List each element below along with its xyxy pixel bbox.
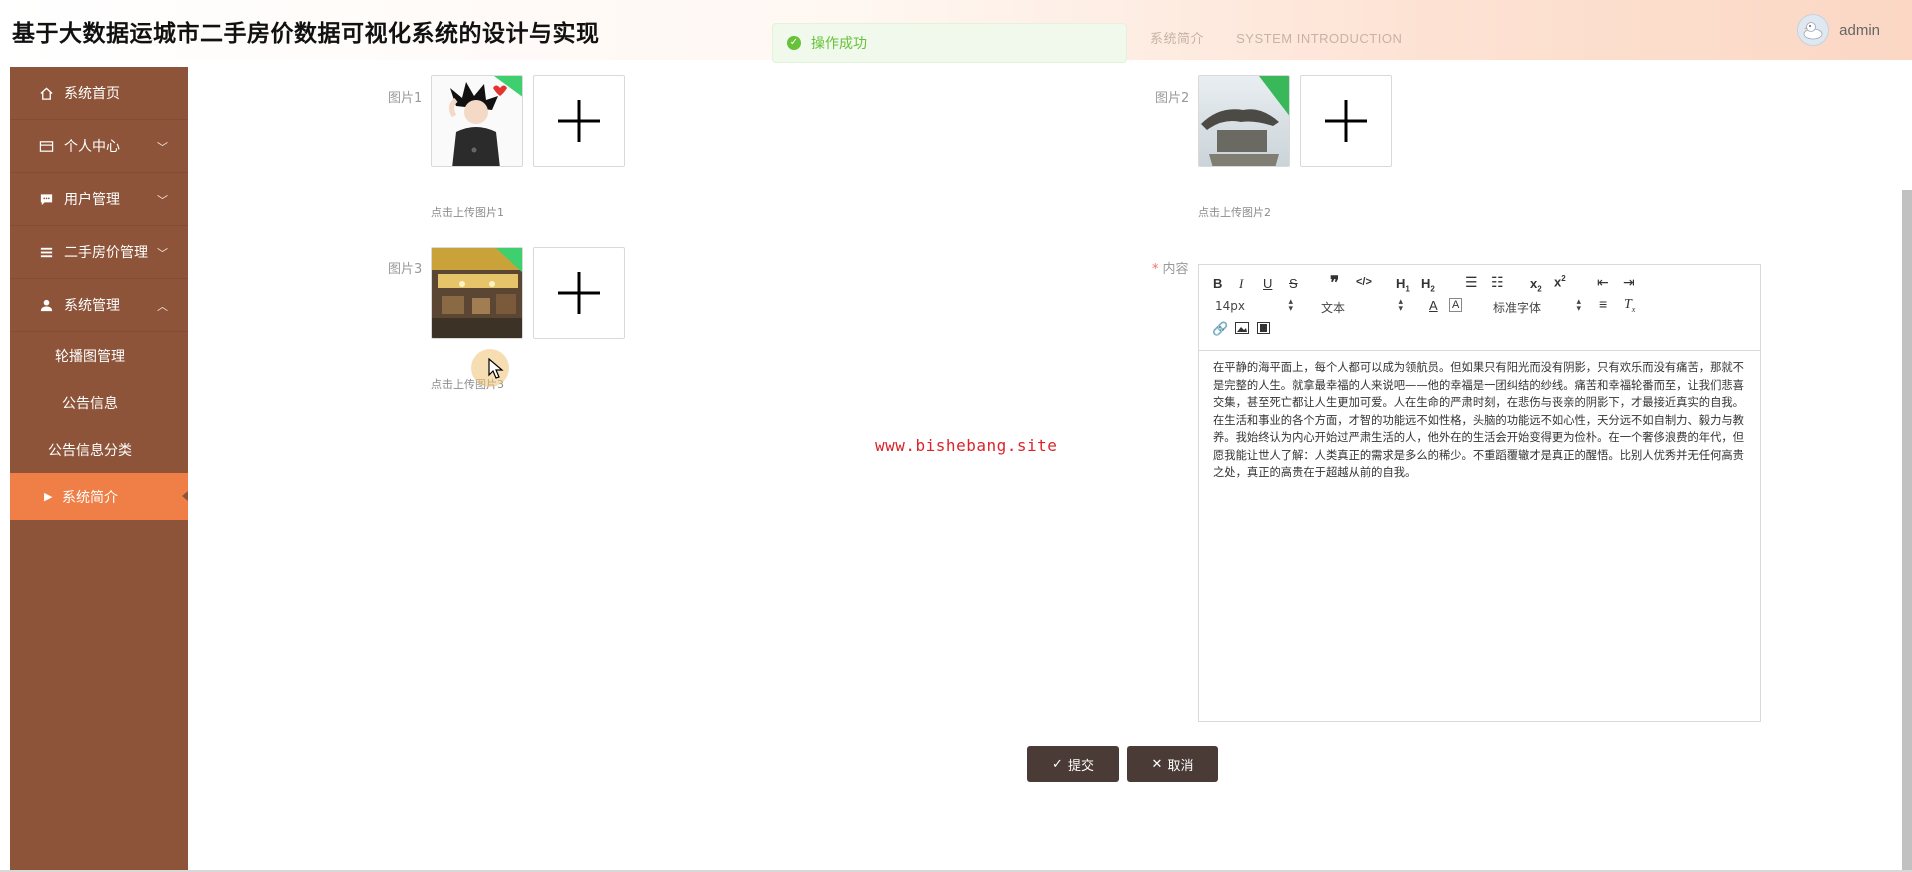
- sidebar-item-label: 用户管理: [64, 192, 120, 208]
- submenu-label: 公告信息分类: [48, 442, 132, 459]
- italic-icon[interactable]: I: [1239, 276, 1243, 292]
- picture1-label: 图片1: [388, 91, 423, 106]
- list-icon: [38, 244, 54, 260]
- bullet-list-icon[interactable]: ☷: [1491, 274, 1504, 291]
- sidebar: 系统首页 个人中心 ﹀ 用户管理 ﹀ 二手房价管理 ﹀ 系统管理 ︿ 轮播图管理…: [10, 67, 188, 872]
- clear-format-icon[interactable]: Tx: [1624, 297, 1635, 314]
- sidebar-item-system[interactable]: 系统管理 ︿: [10, 279, 188, 332]
- check-icon: ✓: [1052, 756, 1063, 772]
- photo-person-icon: [432, 76, 522, 166]
- home-icon: [38, 85, 54, 101]
- sidebar-item-house-prices[interactable]: 二手房价管理 ﹀: [10, 226, 188, 279]
- username[interactable]: admin: [1839, 22, 1880, 39]
- editor-content[interactable]: 在平静的海平面上，每个人都可以成为领航员。但如果只有阳光而没有阴影，只有欢乐而没…: [1199, 351, 1760, 482]
- sidebar-item-label: 系统管理: [64, 298, 120, 314]
- breadcrumb-en: SYSTEM INTRODUCTION: [1236, 31, 1403, 46]
- submenu-item-carousel[interactable]: 轮播图管理: [10, 332, 188, 379]
- chevron-down-icon: ﹀: [157, 247, 168, 260]
- photo-pavilion-icon: [1199, 76, 1289, 166]
- picture2-hint: 点击上传图片2: [1198, 206, 1271, 219]
- chevron-up-icon: ︿: [157, 300, 168, 313]
- watermark-text: www.bishebang.site: [875, 436, 1058, 455]
- superscript-icon[interactable]: x2: [1554, 274, 1566, 289]
- submit-button[interactable]: ✓ 提交: [1027, 746, 1119, 782]
- picture3-thumbnail[interactable]: [431, 247, 523, 339]
- chevron-down-icon: ﹀: [157, 141, 168, 154]
- blockquote-icon[interactable]: ❞: [1330, 273, 1339, 293]
- picture1-hint: 点击上传图片1: [431, 206, 504, 219]
- sidebar-item-home[interactable]: 系统首页: [10, 67, 188, 120]
- video-icon[interactable]: [1257, 322, 1270, 337]
- breadcrumb-cn: 系统简介: [1150, 31, 1205, 46]
- plus-icon: [558, 272, 600, 314]
- sidebar-item-label: 个人中心: [64, 139, 120, 155]
- rich-text-editor[interactable]: B I U S ❞ </> H1 H2 ☰ ☷ x2 x2 ⇤ ⇥ 14px ▴ ▾…: [1198, 264, 1761, 722]
- check-circle-icon: ✓: [787, 36, 801, 50]
- heading1-icon[interactable]: H1: [1396, 276, 1410, 294]
- content-label: * 内容: [1152, 262, 1189, 277]
- picture1-thumbnail[interactable]: [431, 75, 523, 167]
- indent-icon[interactable]: ⇥: [1623, 274, 1635, 291]
- mouse-pointer-icon: [488, 358, 504, 379]
- wallet-icon: [38, 138, 54, 154]
- underline-icon[interactable]: U: [1263, 276, 1272, 291]
- success-toast: ✓ 操作成功: [772, 23, 1127, 63]
- editor-toolbar: B I U S ❞ </> H1 H2 ☰ ☷ x2 x2 ⇤ ⇥ 14px ▴ ▾…: [1199, 265, 1760, 351]
- page-breadcrumb: 系统简介 SYSTEM INTRODUCTION: [1150, 28, 1402, 47]
- chevron-down-icon: ﹀: [157, 194, 168, 207]
- picture2-thumbnail[interactable]: [1198, 75, 1290, 167]
- picture3-label: 图片3: [388, 262, 423, 277]
- background-color-icon[interactable]: A: [1449, 298, 1463, 312]
- caret-right-icon: ▶: [44, 490, 53, 503]
- picture3-upload-button[interactable]: [533, 247, 625, 339]
- text-style-select[interactable]: 文本 ▴ ▾: [1321, 297, 1403, 316]
- required-mark: *: [1152, 262, 1159, 277]
- subscript-icon[interactable]: x2: [1530, 276, 1542, 294]
- plus-icon: [1325, 100, 1367, 142]
- duck-avatar-icon: [1803, 22, 1823, 40]
- user-menu[interactable]: admin: [1797, 14, 1880, 46]
- font-size-select[interactable]: 14px ▴ ▾: [1215, 297, 1293, 314]
- close-icon: ✕: [1151, 756, 1163, 772]
- submenu-label: 轮播图管理: [55, 348, 125, 365]
- sidebar-item-label: 二手房价管理: [64, 245, 148, 261]
- submenu-item-notices[interactable]: 公告信息: [10, 379, 188, 426]
- strikethrough-icon[interactable]: S: [1289, 276, 1298, 291]
- cancel-button[interactable]: ✕ 取消: [1127, 746, 1218, 782]
- font-color-icon[interactable]: A: [1429, 298, 1438, 313]
- plus-icon: [558, 100, 600, 142]
- submenu-item-notice-categories[interactable]: 公告信息分类: [10, 426, 188, 473]
- active-indicator: [182, 491, 188, 501]
- submenu-label: 系统简介: [62, 489, 118, 506]
- bold-icon[interactable]: B: [1213, 276, 1222, 291]
- sidebar-item-users[interactable]: 用户管理 ﹀: [10, 173, 188, 226]
- align-icon[interactable]: ≡: [1599, 296, 1607, 312]
- submenu-item-system-intro[interactable]: ▶ 系统简介: [10, 473, 188, 520]
- avatar[interactable]: [1797, 14, 1830, 46]
- submenu-label: 公告信息: [62, 395, 118, 412]
- picture2-label: 图片2: [1155, 91, 1190, 106]
- ordered-list-icon[interactable]: ☰: [1465, 274, 1478, 291]
- picture1-upload-button[interactable]: [533, 75, 625, 167]
- sidebar-item-personal[interactable]: 个人中心 ﹀: [10, 120, 188, 173]
- picture2-upload-button[interactable]: [1300, 75, 1392, 167]
- user-icon: [38, 297, 54, 313]
- select-arrows-icon: ▴ ▾: [1288, 297, 1293, 314]
- image-icon[interactable]: [1235, 322, 1249, 337]
- page-scrollbar[interactable]: [1902, 190, 1912, 872]
- code-icon[interactable]: </>: [1356, 276, 1372, 288]
- select-arrows-icon: ▴ ▾: [1398, 297, 1403, 314]
- sidebar-item-label: 系统首页: [64, 86, 120, 102]
- link-icon[interactable]: 🔗: [1212, 321, 1228, 337]
- outdent-icon[interactable]: ⇤: [1597, 274, 1609, 291]
- font-family-select[interactable]: 标准字体 ▴ ▾: [1493, 297, 1581, 316]
- heading2-icon[interactable]: H2: [1421, 276, 1435, 294]
- toast-message: 操作成功: [811, 36, 867, 52]
- chat-icon: [38, 191, 54, 207]
- photo-restaurant-icon: [432, 248, 522, 338]
- select-arrows-icon: ▴ ▾: [1576, 297, 1581, 314]
- app-title: 基于大数据运城市二手房价数据可视化系统的设计与实现: [12, 21, 600, 47]
